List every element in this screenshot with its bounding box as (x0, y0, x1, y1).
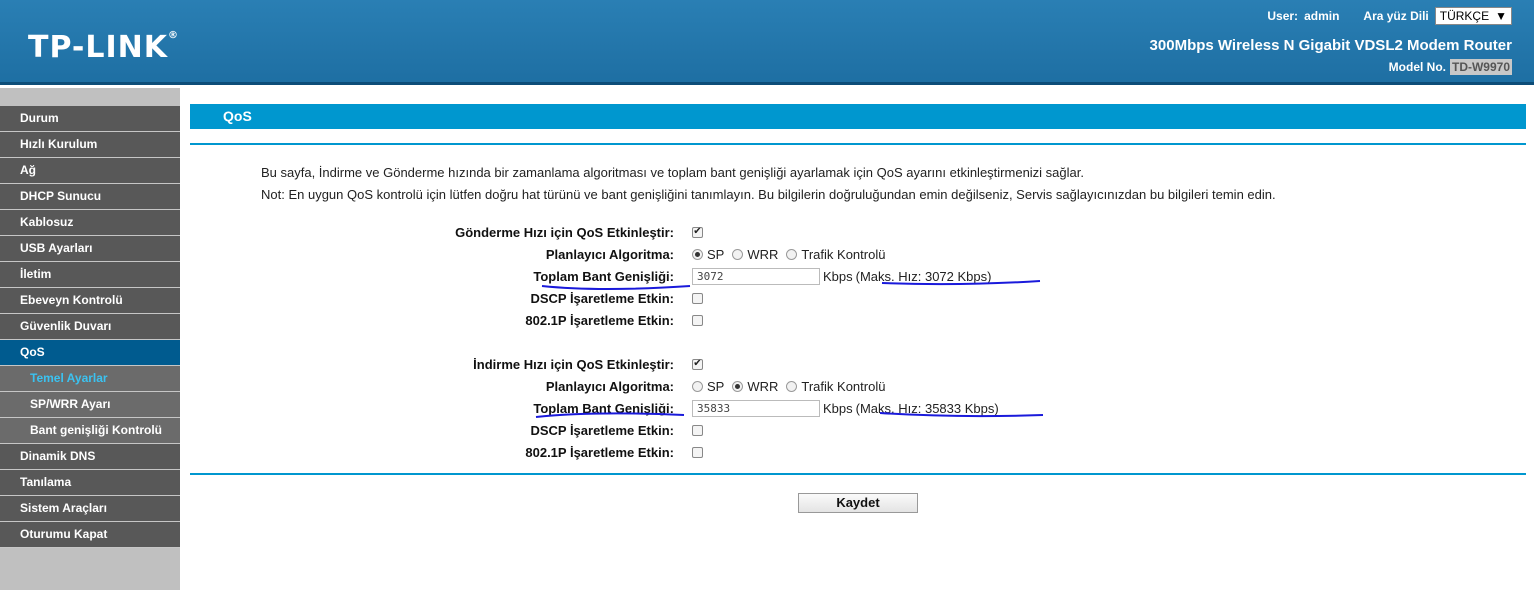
sidebar-item-wireless[interactable]: Kablosuz (0, 210, 180, 236)
download-algo-tc-label: Trafik Kontrolü (801, 378, 886, 394)
download-enable-checkbox[interactable]: ✔ (692, 358, 703, 370)
sidebar-item-qos[interactable]: QoS (0, 340, 180, 366)
sidebar-item-network[interactable]: Ağ (0, 158, 180, 184)
upload-algo-wrr-radio[interactable] (732, 248, 744, 260)
product-name: 300Mbps Wireless N Gigabit VDSL2 Modem R… (1149, 37, 1512, 54)
upload-algo-sp-label: SP (707, 246, 725, 262)
sidebar-item-dhcp[interactable]: DHCP Sunucu (0, 184, 180, 210)
user-bar: User: admin Ara yüz Dili TÜRKÇE ▼ (1267, 7, 1512, 25)
upload-enable-label: Gönderme Hızı için QoS Etkinleştir: (455, 224, 674, 240)
sidebar-item-parental[interactable]: Ebeveyn Kontrolü (0, 288, 180, 314)
upload-algo-sp-radio[interactable] (692, 248, 703, 260)
handwritten-underline (535, 412, 685, 418)
download-dscp-checkbox[interactable] (692, 424, 703, 436)
download-qos-section: İndirme Hızı için QoS Etkinleştir: ✔ Pla… (190, 353, 1526, 463)
sidebar-item-logout[interactable]: Oturumu Kapat (0, 522, 180, 548)
sidebar-subitem-spwrr[interactable]: SP/WRR Ayarı (0, 392, 180, 418)
sidebar-item-durum[interactable]: Durum (0, 106, 180, 132)
download-dot1p-checkbox[interactable] (692, 446, 703, 458)
header: TP-LINK® User: admin Ara yüz Dili TÜRKÇE… (0, 0, 1534, 85)
upload-dot1p-label: 802.1P İşaretleme Etkin: (525, 312, 674, 328)
save-button[interactable]: Kaydet (798, 493, 918, 513)
sidebar: Durum Hızlı Kurulum Ağ DHCP Sunucu Kablo… (0, 88, 180, 590)
download-algo-sp-label: SP (707, 378, 725, 394)
language-value: TÜRKÇE (1439, 9, 1490, 23)
user-name: admin (1304, 9, 1340, 23)
sidebar-item-quick-setup[interactable]: Hızlı Kurulum (0, 132, 180, 158)
sidebar-item-usb[interactable]: USB Ayarları (0, 236, 180, 262)
upload-qos-section: Gönderme Hızı için QoS Etkinleştir: ✔ Pl… (190, 221, 1526, 331)
upload-bandwidth-input[interactable]: 3072 (692, 267, 820, 285)
download-algo-wrr-radio[interactable] (732, 380, 744, 392)
handwritten-underline (881, 280, 1041, 286)
upload-dot1p-checkbox[interactable] (692, 314, 703, 326)
divider (190, 473, 1526, 475)
download-algo-tc-radio[interactable] (786, 380, 798, 392)
tp-link-logo: TP-LINK® (28, 30, 180, 65)
upload-dscp-label: DSCP İşaretleme Etkin: (530, 290, 674, 306)
download-bandwidth-input[interactable]: 35833 (692, 399, 820, 417)
handwritten-underline (541, 285, 691, 290)
language-select[interactable]: TÜRKÇE ▼ (1434, 7, 1512, 25)
download-enable-label: İndirme Hızı için QoS Etkinleştir: (473, 356, 674, 372)
upload-algo-tc-radio[interactable] (786, 248, 798, 260)
download-dot1p-label: 802.1P İşaretleme Etkin: (525, 444, 674, 460)
divider (190, 143, 1526, 145)
sidebar-item-firewall[interactable]: Güvenlik Duvarı (0, 314, 180, 340)
sidebar-item-ddns[interactable]: Dinamik DNS (0, 444, 180, 470)
download-bandwidth-unit: Kbps (823, 400, 853, 416)
upload-algo-wrr-label: WRR (747, 246, 779, 262)
download-algo-sp-radio[interactable] (692, 380, 703, 392)
sidebar-item-forwarding[interactable]: İletim (0, 262, 180, 288)
dropdown-arrow-icon: ▼ (1495, 9, 1507, 23)
note-text: Not: En uygun QoS kontrolü için lütfen d… (261, 187, 1276, 202)
upload-bandwidth-unit: Kbps (823, 268, 853, 284)
model-line: Model No. TD-W9970 (1389, 59, 1512, 75)
download-algo-label: Planlayıcı Algoritma: (545, 378, 674, 394)
model-number: TD-W9970 (1449, 59, 1512, 75)
description-text: Bu sayfa, İndirme ve Gönderme hızında bi… (261, 165, 1084, 180)
upload-algo-tc-label: Trafik Kontrolü (801, 246, 886, 262)
upload-enable-checkbox[interactable]: ✔ (692, 226, 703, 238)
upload-dscp-checkbox[interactable] (692, 292, 703, 304)
user-label: User: (1267, 9, 1299, 23)
download-dscp-label: DSCP İşaretleme Etkin: (530, 422, 674, 438)
page-title: QoS (190, 104, 1526, 129)
language-label: Ara yüz Dili (1363, 9, 1429, 23)
upload-algo-label: Planlayıcı Algoritma: (545, 246, 674, 262)
sidebar-item-system-tools[interactable]: Sistem Araçları (0, 496, 180, 522)
download-algo-wrr-label: WRR (747, 378, 779, 394)
sidebar-item-diagnostics[interactable]: Tanılama (0, 470, 180, 496)
main-content: QoS Bu sayfa, İndirme ve Gönderme hızınd… (190, 88, 1526, 513)
model-label: Model No. (1388, 60, 1446, 74)
sidebar-subitem-bandwidth[interactable]: Bant genişliği Kontrolü (0, 418, 180, 444)
sidebar-subitem-basic[interactable]: Temel Ayarlar (0, 366, 180, 392)
handwritten-underline (879, 412, 1044, 418)
